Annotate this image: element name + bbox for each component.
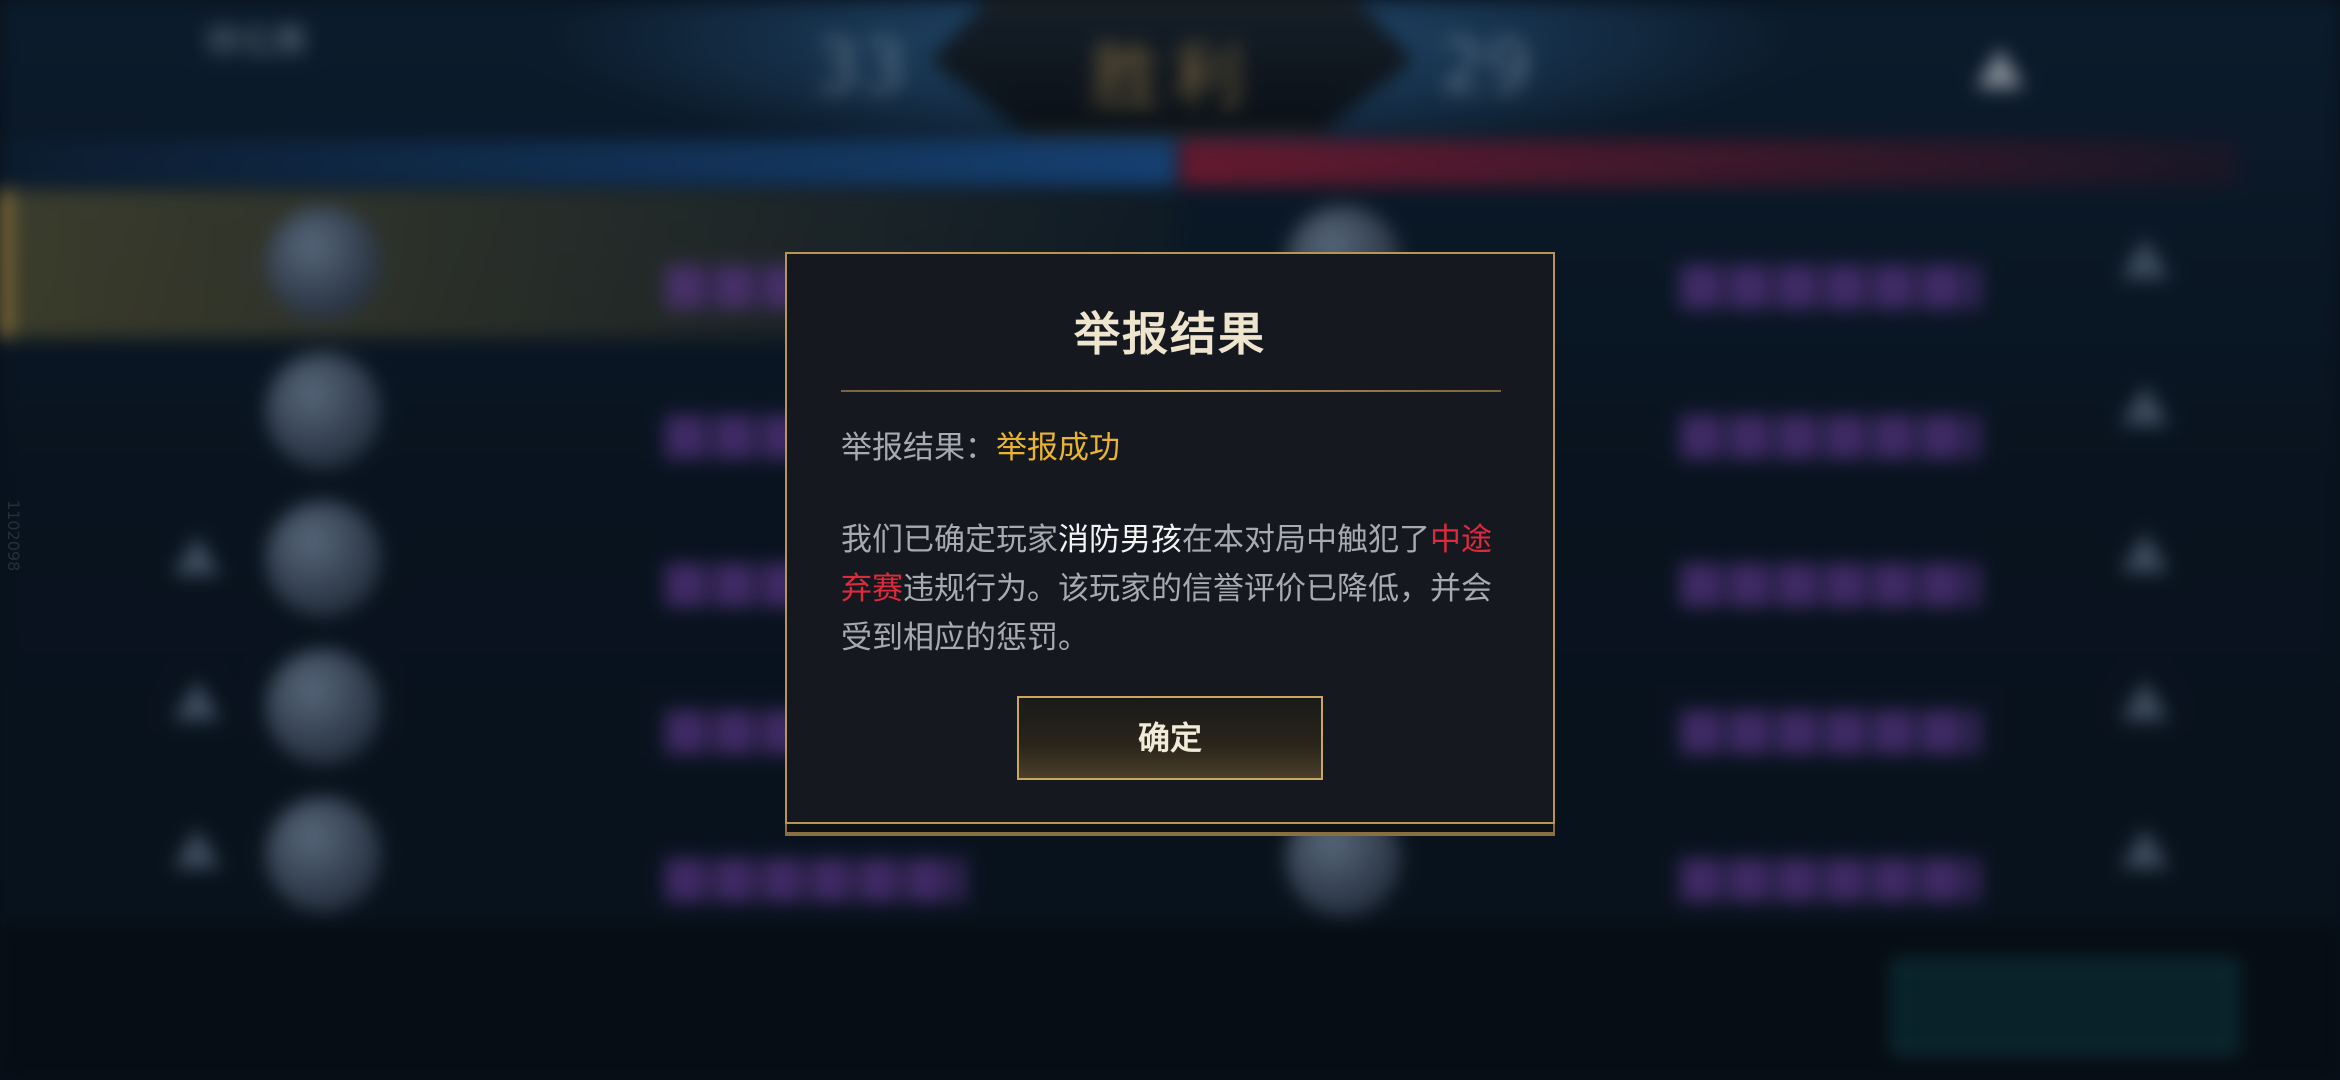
result-status: 举报成功 <box>996 430 1120 466</box>
report-result-dialog: 举报结果 举报结果：举报成功 我们已确定玩家消防男孩在本对局中触犯了中途弃赛违规… <box>785 252 1555 824</box>
confirm-button[interactable]: 确定 <box>1017 696 1323 780</box>
message-part-1: 我们已确定玩家 <box>841 522 1058 558</box>
report-result-message: 我们已确定玩家消防男孩在本对局中触犯了中途弃赛违规行为。该玩家的信誉评价已降低，… <box>841 516 1511 663</box>
message-part-2: 在本对局中触犯了 <box>1182 522 1430 558</box>
report-result-line: 举报结果：举报成功 <box>841 422 1120 467</box>
message-part-3: 违规行为。该玩家的信誉评价已降低，并会受到相应的惩罚。 <box>841 571 1492 656</box>
title-divider <box>841 390 1501 392</box>
reported-player-name: 消防男孩 <box>1058 522 1182 558</box>
dialog-title: 举报结果 <box>1074 307 1266 361</box>
result-label: 举报结果： <box>841 430 996 466</box>
